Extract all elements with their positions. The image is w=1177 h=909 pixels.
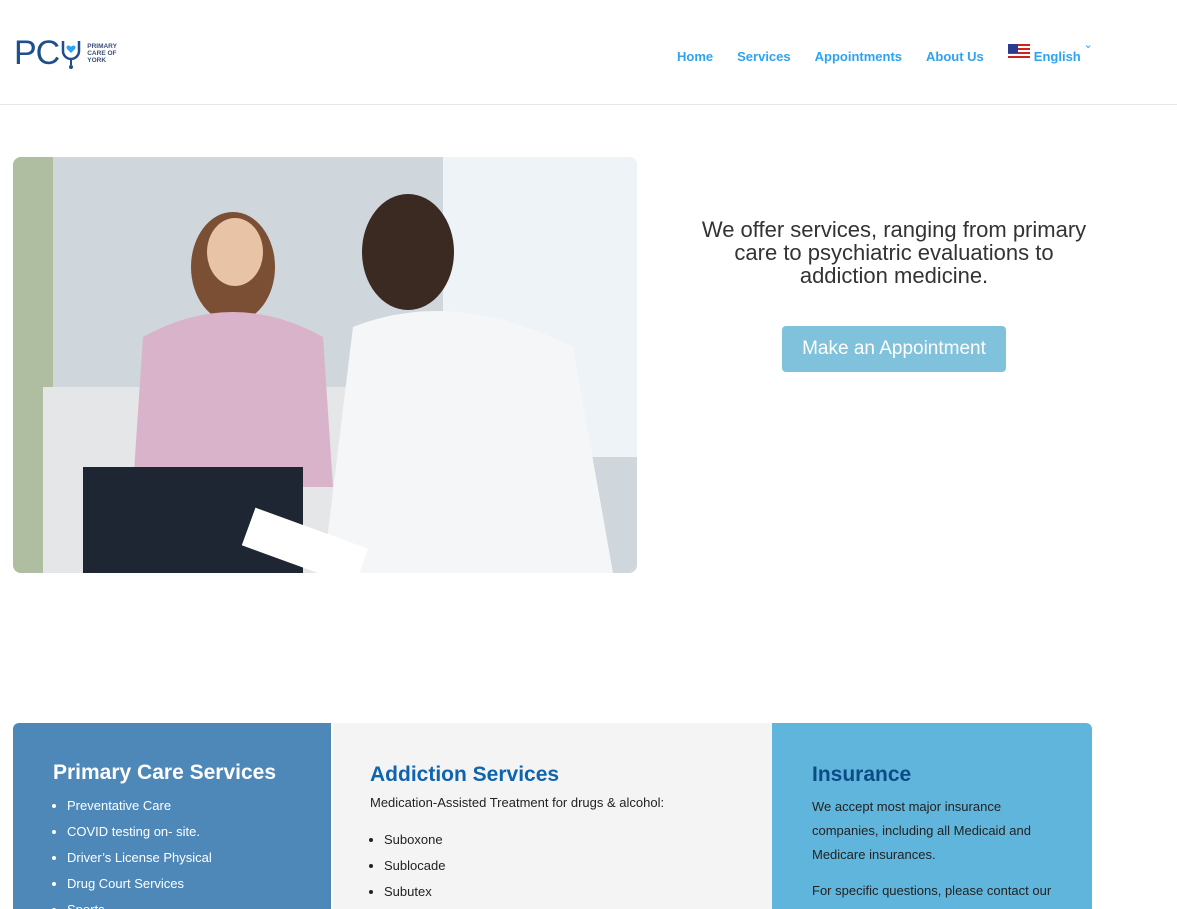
list-item: Preventative Care <box>67 793 331 819</box>
addiction-intro: Medication-Assisted Treatment for drugs … <box>370 795 665 810</box>
site-header: PC PRIMARY CARE OF YORK Home Services Ap… <box>0 0 1177 105</box>
primary-care-list: Preventative Care COVID testing on- site… <box>53 793 331 909</box>
primary-care-title: Primary Care Services <box>53 761 276 784</box>
list-item: COVID testing on- site. <box>67 819 331 845</box>
logo-mark: PC <box>14 36 83 70</box>
list-item: Driver’s License Physical <box>67 845 331 871</box>
list-item: Subutex <box>384 879 772 905</box>
list-item: Sports ... <box>67 897 331 909</box>
make-appointment-button[interactable]: Make an Appointment <box>782 326 1006 372</box>
logo-text: PRIMARY CARE OF YORK <box>87 42 117 64</box>
nav-appointments[interactable]: Appointments <box>815 49 902 64</box>
doctor-patient-photo <box>13 157 637 573</box>
list-item: Suboxone <box>384 827 772 853</box>
main-nav: Home Services Appointments About Us Engl… <box>677 39 1093 64</box>
logo[interactable]: PC PRIMARY CARE OF YORK <box>14 36 127 70</box>
us-flag-icon <box>1007 44 1030 60</box>
nav-services[interactable]: Services <box>737 49 791 64</box>
insurance-title: Insurance <box>812 763 912 786</box>
primary-care-card: Primary Care Services Preventative Care … <box>13 723 331 909</box>
list-item: Drug Court Services <box>67 871 331 897</box>
language-selector[interactable]: English ⌄ <box>1007 39 1093 64</box>
hero-text: We offer services, ranging from primary … <box>701 217 1087 288</box>
stethoscope-heart-icon <box>61 41 81 69</box>
language-label: English <box>1033 48 1081 64</box>
insurance-contact-text: For specific questions, please contact o… <box>812 883 1052 898</box>
list-item: Sublocade <box>384 853 772 879</box>
hero-image <box>13 157 637 573</box>
insurance-card: Insurance We accept most major insurance… <box>772 723 1092 909</box>
logo-letters: PC <box>14 34 60 72</box>
addiction-services-card: Addiction Services Medication-Assisted T… <box>333 723 772 909</box>
nav-home[interactable]: Home <box>677 49 713 64</box>
addiction-title: Addiction Services <box>370 763 560 786</box>
insurance-text: We accept most major insurance companies… <box>812 799 1031 862</box>
chevron-down-icon: ⌄ <box>1083 39 1093 51</box>
addiction-list: Suboxone Sublocade Subutex <box>370 827 772 905</box>
nav-about-us[interactable]: About Us <box>926 49 984 64</box>
